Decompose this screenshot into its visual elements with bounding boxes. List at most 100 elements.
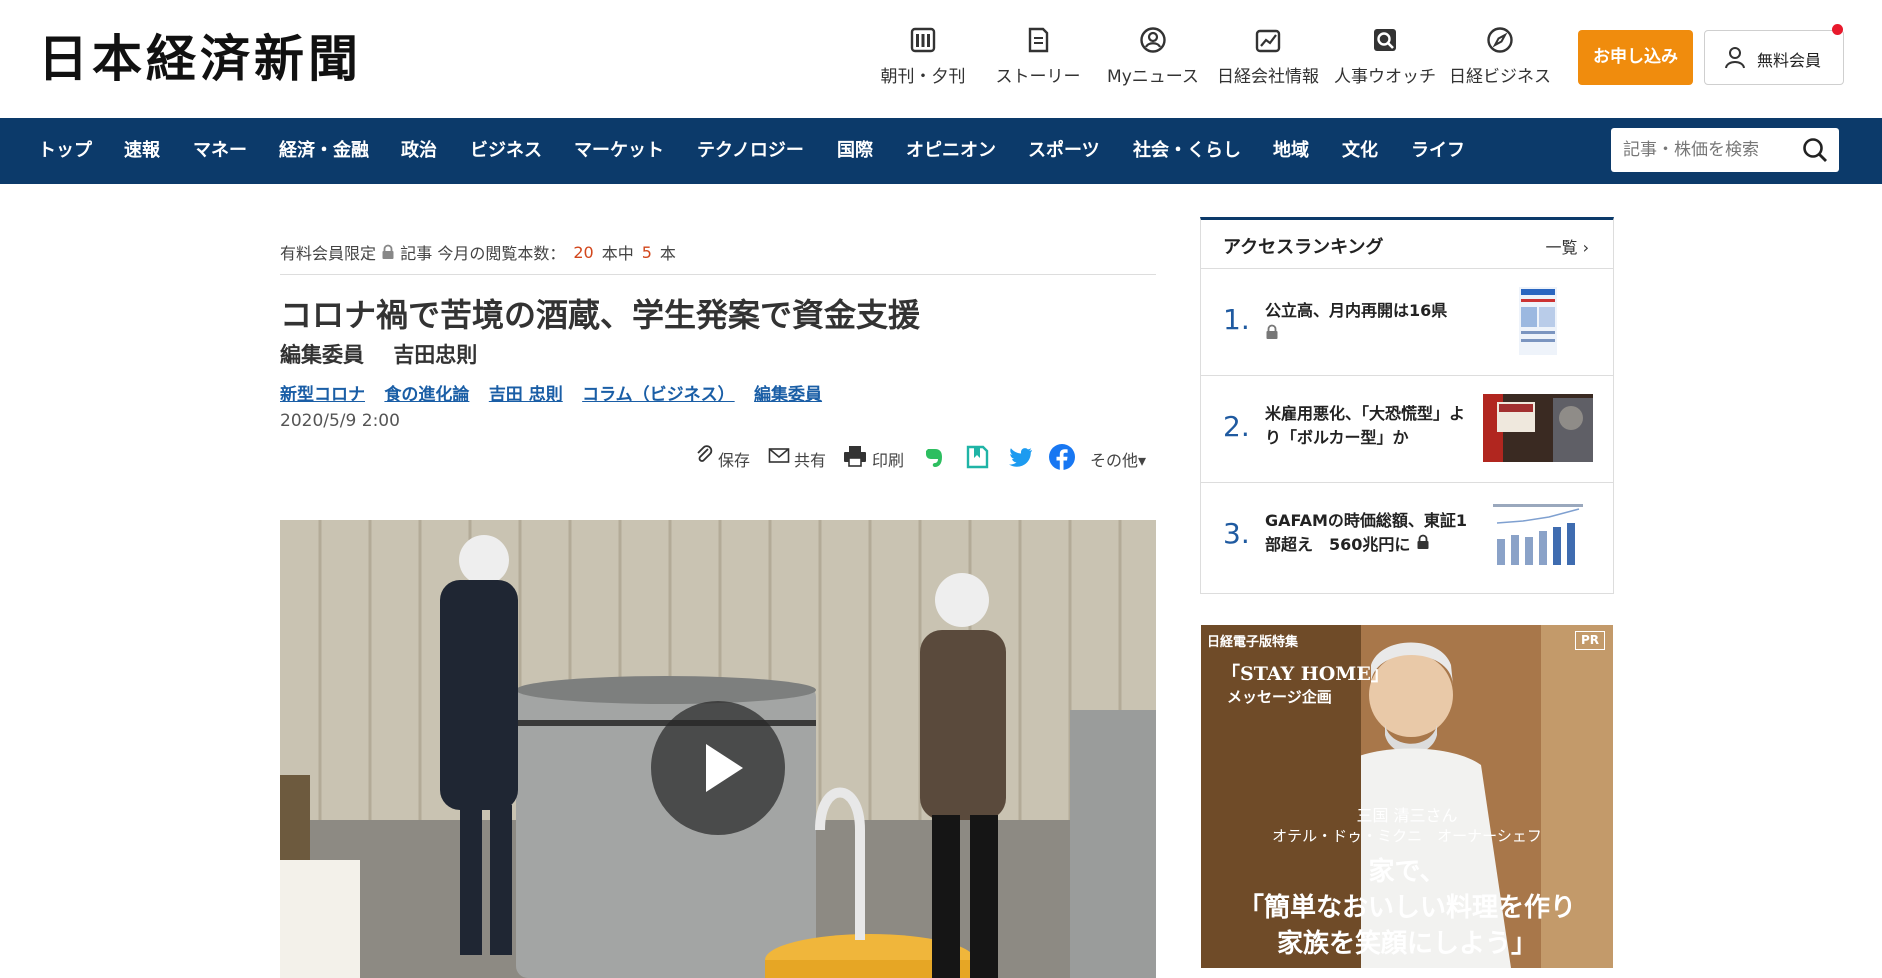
- ad-pr-badge: PR: [1575, 631, 1605, 650]
- tag-link[interactable]: 編集委員: [754, 385, 822, 405]
- nav-opinion[interactable]: オピニオン: [906, 118, 996, 184]
- ad-copy-line: 家で、: [1368, 857, 1446, 887]
- ranking-headline: 米雇用悪化、「大恐慌型」より「ボルカー型」か: [1265, 404, 1466, 447]
- lock-icon: [1266, 324, 1278, 339]
- ranking-item[interactable]: 3. GAFAMの時価総額、東証1部超え 560兆円に: [1201, 483, 1613, 589]
- search-box: [1611, 128, 1839, 172]
- user-circle-icon: [1140, 27, 1166, 53]
- nav-morning-evening-label: 朝刊・夕刊: [880, 67, 966, 87]
- compass-icon: [1487, 27, 1513, 53]
- tag-link[interactable]: 吉田 忠則: [489, 385, 563, 405]
- ranking-more-link[interactable]: 一覧 ›: [1546, 234, 1590, 258]
- views-label: 今月の閲覧本数：: [437, 244, 566, 263]
- article-video-thumbnail[interactable]: [280, 520, 1156, 978]
- nav-economy-finance[interactable]: 経済・金融: [279, 118, 369, 184]
- ad-person-name: 三国 清三さん: [1356, 806, 1458, 825]
- nav-top[interactable]: トップ: [38, 118, 92, 184]
- tag-link[interactable]: コラム（ビジネス）: [582, 385, 735, 405]
- lock-icon: [382, 244, 394, 259]
- site-logo[interactable]: 日本経済新聞: [38, 26, 362, 92]
- facebook-icon[interactable]: [1048, 442, 1076, 472]
- mail-icon: [768, 448, 790, 463]
- nav-company-info[interactable]: 日経会社情報: [1213, 22, 1323, 92]
- nav-region[interactable]: 地域: [1273, 118, 1309, 184]
- notification-dot: [1832, 24, 1843, 35]
- ad-copy-line: 「簡単なおいしい料理を作り: [1237, 893, 1576, 923]
- ranking-number: 3.: [1223, 517, 1250, 550]
- nav-business[interactable]: ビジネス: [470, 118, 542, 184]
- search-input[interactable]: [1611, 128, 1793, 172]
- site-header: 日本経済新聞 朝刊・夕刊 ストーリー Myニュース 日経会社情報 人事ウオッチ …: [0, 0, 1882, 118]
- article-title: コロナ禍で苦境の酒蔵、学生発案で資金支援: [280, 296, 921, 334]
- nav-breaking[interactable]: 速報: [124, 118, 160, 184]
- user-icon: [1725, 47, 1745, 69]
- nav-personnel-watch[interactable]: 人事ウオッチ: [1330, 22, 1440, 92]
- nav-society[interactable]: 社会・くらし: [1133, 118, 1241, 184]
- views-read: 5: [641, 242, 652, 262]
- nav-personnel-watch-label: 人事ウオッチ: [1334, 67, 1436, 87]
- ranking-thumbnail: [1483, 501, 1593, 569]
- ad-copy-line: 家族を笑顔にしよう」: [1276, 929, 1537, 959]
- ranking-item[interactable]: 1. 公立高、月内再開は16県: [1201, 269, 1613, 376]
- paid-member-label: 有料会員限定: [280, 244, 377, 263]
- ranking-header: アクセスランキング 一覧 ›: [1201, 220, 1613, 269]
- ranking-item[interactable]: 2. 米雇用悪化、「大恐慌型」より「ボルカー型」か: [1201, 376, 1613, 483]
- save-button[interactable]: 保存: [694, 442, 754, 472]
- article-kind-label: 記事: [400, 244, 433, 263]
- play-icon: [706, 744, 743, 792]
- nav-my-news[interactable]: Myニュース: [1098, 22, 1208, 92]
- ranking-thumbnail: [1483, 394, 1593, 462]
- nav-money[interactable]: マネー: [193, 118, 247, 184]
- apply-button[interactable]: お申し込み: [1578, 30, 1693, 85]
- ranking-headline: 公立高、月内再開は16県: [1265, 299, 1475, 347]
- more-share-button[interactable]: その他▾: [1090, 442, 1160, 472]
- share-label: 共有: [794, 451, 827, 470]
- bookmark-service-icon[interactable]: [964, 442, 990, 472]
- free-member-button[interactable]: 無料会員: [1704, 30, 1844, 85]
- views-total: 20: [573, 242, 594, 262]
- ranking-number: 1.: [1223, 303, 1250, 336]
- printer-icon: [844, 446, 866, 467]
- evernote-icon[interactable]: [922, 442, 946, 472]
- print-button[interactable]: 印刷: [842, 442, 910, 472]
- category-navbar: トップ 速報 マネー 経済・金融 政治 ビジネス マーケット テクノロジー 国際…: [0, 118, 1882, 184]
- nav-life[interactable]: ライフ: [1411, 118, 1465, 184]
- article-meta-line: 有料会員限定 記事 今月の閲覧本数： 20 本中 5 本: [280, 240, 1156, 275]
- ranking-title: アクセスランキング: [1223, 237, 1384, 258]
- search-person-icon: [1374, 29, 1396, 51]
- nav-morning-evening[interactable]: 朝刊・夕刊: [868, 22, 978, 92]
- nav-technology[interactable]: テクノロジー: [697, 118, 804, 184]
- author-role: 編集委員: [280, 343, 364, 367]
- publish-date: 2020/5/9 2:00: [280, 411, 400, 431]
- share-button[interactable]: 共有: [768, 442, 830, 472]
- nav-company-info-label: 日経会社情報: [1217, 67, 1319, 87]
- paperclip-icon: [697, 445, 713, 462]
- nav-nikkei-business[interactable]: 日経ビジネス: [1445, 22, 1555, 92]
- print-label: 印刷: [872, 451, 905, 470]
- views-mid-label: 本中: [601, 244, 634, 263]
- twitter-icon[interactable]: [1006, 442, 1034, 472]
- ranking-number: 2.: [1223, 410, 1250, 443]
- nav-story[interactable]: ストーリー: [983, 22, 1093, 92]
- nav-market[interactable]: マーケット: [574, 118, 664, 184]
- play-button[interactable]: [651, 701, 785, 835]
- nav-international[interactable]: 国際: [837, 118, 873, 184]
- article-author: 編集委員 吉田忠則: [280, 339, 477, 369]
- nav-culture[interactable]: 文化: [1342, 118, 1378, 184]
- tag-link[interactable]: 新型コロナ: [280, 385, 365, 405]
- free-member-label: 無料会員: [1757, 51, 1822, 70]
- search-icon[interactable]: [1801, 136, 1829, 164]
- access-ranking: アクセスランキング 一覧 › 1. 公立高、月内再開は16県 2. 米雇用悪化、…: [1200, 217, 1614, 594]
- advertisement-banner[interactable]: 日経電子版特集 PR 「STAY HOME」 メッセージ企画 三国 清三さん オ…: [1201, 625, 1613, 968]
- ad-sponsor-label: 日経電子版特集: [1207, 635, 1299, 650]
- views-unit: 本: [659, 244, 676, 263]
- nav-sports[interactable]: スポーツ: [1028, 118, 1100, 184]
- ranking-headline: GAFAMの時価総額、東証1部超え 560兆円に: [1265, 511, 1468, 554]
- nav-politics[interactable]: 政治: [401, 118, 437, 184]
- nav-story-label: ストーリー: [995, 67, 1081, 87]
- ad-campaign-title: 「STAY HOME」: [1221, 663, 1390, 685]
- company-chart-icon: [1255, 29, 1281, 53]
- more-share-label: その他▾: [1090, 451, 1147, 470]
- save-label: 保存: [718, 451, 751, 470]
- tag-link[interactable]: 食の進化論: [384, 385, 469, 405]
